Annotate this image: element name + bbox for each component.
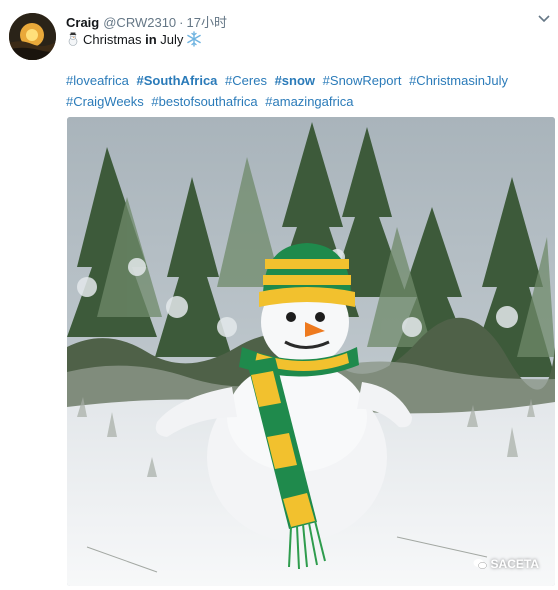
hashtag-link[interactable]: #Ceres bbox=[225, 73, 267, 88]
snowflake-emoji-icon bbox=[187, 31, 202, 47]
avatar[interactable] bbox=[9, 13, 56, 60]
tweet-text: Christmas in July bbox=[66, 31, 202, 48]
hashtag-link[interactable]: #snow bbox=[275, 73, 315, 88]
hashtag-link[interactable]: #SouthAfrica bbox=[137, 73, 218, 88]
tweet-text-post: July bbox=[156, 32, 184, 47]
separator-dot: · bbox=[179, 15, 184, 30]
hashtag-link[interactable]: #bestofsouthafrica bbox=[151, 94, 257, 109]
snowman-photo-illustration bbox=[67, 117, 555, 586]
hashtag-list: #loveafrica #SouthAfrica #Ceres #snow #S… bbox=[66, 70, 546, 112]
watermark-text: SACETA bbox=[490, 557, 539, 571]
hashtag-link[interactable]: #CraigWeeks bbox=[66, 94, 144, 109]
tweet-time[interactable]: 17小时 bbox=[187, 15, 227, 30]
hashtag-link[interactable]: #SnowReport bbox=[323, 73, 402, 88]
snowman-emoji-icon bbox=[68, 32, 78, 46]
wechat-logo-icon bbox=[473, 559, 487, 569]
tweet-text-pre: Christmas bbox=[83, 32, 146, 47]
watermark: SACETA bbox=[473, 557, 539, 571]
tweet-header: Craig @CRW2310 · 17小时 bbox=[66, 12, 227, 31]
tweet-photo[interactable]: SACETA bbox=[67, 117, 555, 586]
hashtag-link[interactable]: #amazingafrica bbox=[265, 94, 353, 109]
hashtag-link[interactable]: #ChristmasinJuly bbox=[409, 73, 508, 88]
author-name[interactable]: Craig bbox=[66, 15, 99, 30]
chevron-down-icon[interactable] bbox=[538, 14, 550, 24]
author-handle[interactable]: @CRW2310 bbox=[103, 15, 176, 30]
tweet-card: Craig @CRW2310 · 17小时 Christmas in July #lo… bbox=[0, 0, 558, 590]
hashtag-link[interactable]: #loveafrica bbox=[66, 73, 129, 88]
tweet-text-bold: in bbox=[145, 32, 157, 47]
